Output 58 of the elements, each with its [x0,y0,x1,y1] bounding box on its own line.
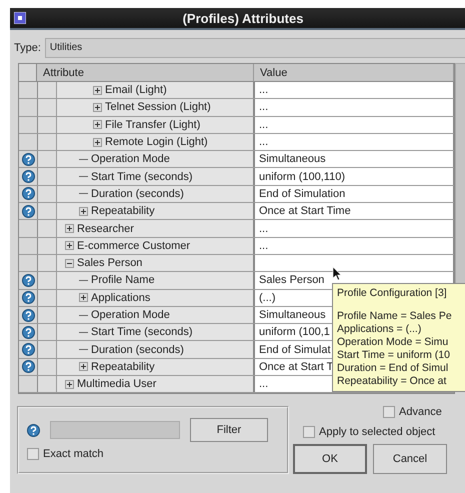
expand-icon[interactable] [93,102,102,112]
checkbox[interactable] [27,448,39,460]
help-icon[interactable] [22,360,34,374]
attribute-value[interactable]: uniform (100,1 [259,326,330,338]
expand-icon[interactable] [65,224,74,234]
help-icon[interactable] [22,274,34,287]
column-header[interactable]: Attribute [37,64,254,82]
tooltip-line: Duration = End of Simul [337,362,450,375]
help-icon[interactable] [22,308,34,322]
help-icon[interactable] [22,326,34,339]
expand-icon[interactable] [93,86,102,95]
tooltip-line: Profile Name = Sales Pe [337,310,453,323]
filter-field[interactable] [50,421,180,440]
attribute-value[interactable]: ... [259,136,268,148]
cursor-icon [332,266,342,281]
tooltip-line: Repeatability = Once at [337,375,448,388]
expand-icon[interactable] [93,138,102,147]
expand-icon[interactable] [65,241,74,250]
tooltip-line: Operation Mode = Simu [337,336,450,349]
attribute-value[interactable]: Once at Start T [259,360,334,373]
help-icon[interactable] [22,204,34,218]
attribute-value[interactable]: ... [259,378,268,390]
help-icon[interactable] [22,343,34,356]
help-icon[interactable] [22,187,34,200]
tooltip-line: Applications = (...) [337,323,422,336]
expand-icon[interactable] [79,293,88,302]
attribute-value[interactable]: (...) [259,292,276,304]
expand-icon[interactable] [93,120,102,130]
help-icon[interactable] [22,170,34,184]
checkbox[interactable] [383,406,395,418]
attribute-value[interactable]: ... [259,84,268,96]
checkbox-label[interactable]: Exact match [43,448,104,460]
help-icon[interactable] [22,291,34,304]
window-title: (Profiles) Attributes [182,10,304,26]
cancel-button[interactable]: Cancel [373,444,447,474]
attribute-value[interactable]: Simultaneous [259,309,326,321]
type-label: Type: [14,42,41,54]
help-icon[interactable] [22,152,34,166]
attribute-value[interactable]: ... [259,101,268,114]
checkbox-label[interactable]: Advance [399,406,442,418]
collapse-icon[interactable] [65,258,74,268]
tooltip-line: Start Time = uniform (10 [337,349,451,362]
checkbox-label[interactable]: Apply to selected object [319,426,436,438]
expand-icon[interactable] [79,206,88,216]
checkbox[interactable] [303,426,315,438]
attribute-value[interactable]: ... [259,118,268,131]
attribute-value[interactable]: End of Simulat [259,344,331,356]
attribute-value[interactable]: ... [259,222,268,235]
help-icon[interactable] [27,424,40,437]
attribute-value[interactable]: ... [259,240,268,252]
expand-icon[interactable] [65,380,74,389]
filter-button[interactable]: Filter [190,418,268,442]
tooltip-title: Profile Configuration [3] [337,287,448,300]
expand-icon[interactable] [79,362,88,372]
window-icon [14,12,26,24]
column-header[interactable]: Value [254,64,454,82]
ok-button[interactable]: OK [293,444,367,474]
type-field[interactable]: Utilities [44,38,465,58]
